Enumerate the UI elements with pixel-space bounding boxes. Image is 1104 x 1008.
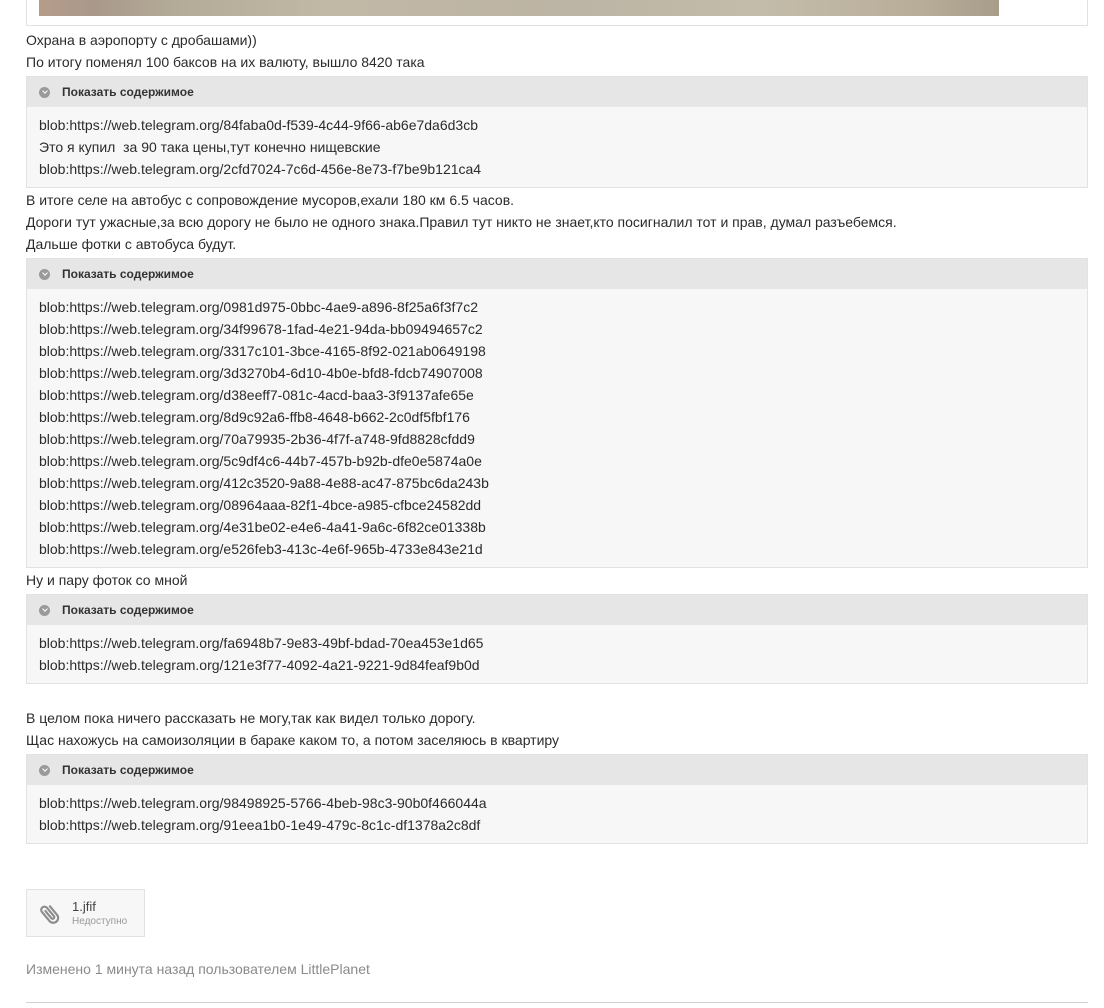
blob-link[interactable]: blob:https://web.telegram.org/34f99678-1…	[39, 318, 1075, 340]
text-block-2: В итоге селе на автобус с сопровождение …	[26, 188, 1088, 255]
text-block-4: В целом пока ничего рассказать не могу,т…	[26, 684, 1088, 751]
chevron-down-icon	[39, 604, 50, 616]
post-body: Охрана в аэропорту с дробашами)) По итог…	[26, 0, 1088, 844]
spoiler-1: Показать содержимое blob:https://web.tel…	[26, 76, 1088, 188]
spoiler-2: Показать содержимое blob:https://web.tel…	[26, 258, 1088, 568]
blob-link[interactable]: blob:https://web.telegram.org/08964aaa-8…	[39, 494, 1075, 516]
blob-link[interactable]: blob:https://web.telegram.org/fa6948b7-9…	[39, 632, 1075, 654]
photo-strip[interactable]	[39, 0, 999, 16]
blob-link[interactable]: blob:https://web.telegram.org/91eea1b0-1…	[39, 814, 1075, 836]
spoiler-4: Показать содержимое blob:https://web.tel…	[26, 754, 1088, 844]
spoiler-label: Показать содержимое	[62, 763, 194, 777]
blob-link[interactable]: blob:https://web.telegram.org/412c3520-9…	[39, 472, 1075, 494]
text-line: Ну и пару фоток со мной	[26, 572, 188, 588]
attachment-card[interactable]: 1.jfif Недоступно	[26, 889, 145, 937]
text-line: В итоге селе на автобус с сопровождение …	[26, 192, 515, 208]
spoiler-toggle[interactable]: Показать содержимое	[27, 595, 1087, 625]
chevron-down-icon	[39, 268, 50, 280]
chevron-down-icon	[39, 86, 50, 98]
blob-link[interactable]: blob:https://web.telegram.org/84faba0d-f…	[39, 114, 1075, 136]
spoiler-toggle[interactable]: Показать содержимое	[27, 259, 1087, 289]
blob-link[interactable]: blob:https://web.telegram.org/e526feb3-4…	[39, 538, 1075, 560]
divider	[26, 1002, 1088, 1003]
chevron-down-icon	[39, 764, 50, 776]
edited-note: Изменено 1 минута назад пользователем Li…	[26, 961, 370, 977]
spoiler-toggle[interactable]: Показать содержимое	[27, 77, 1087, 107]
text-line: Дороги тут ужасные,за всю дорогу не было…	[26, 214, 897, 230]
blob-link[interactable]: blob:https://web.telegram.org/3317c101-3…	[39, 340, 1075, 362]
text-line: В целом пока ничего рассказать не могу,т…	[26, 710, 476, 726]
spoiler-content: blob:https://web.telegram.org/0981d975-0…	[27, 289, 1087, 567]
text-line: Дальше фотки с автобуса будут.	[26, 236, 237, 252]
blob-link[interactable]: blob:https://web.telegram.org/8d9c92a6-f…	[39, 406, 1075, 428]
blob-link[interactable]: blob:https://web.telegram.org/3d3270b4-6…	[39, 362, 1075, 384]
attachment-status: Недоступно	[72, 916, 128, 927]
blob-link[interactable]: blob:https://web.telegram.org/121e3f77-4…	[39, 654, 1075, 676]
blob-link[interactable]: blob:https://web.telegram.org/70a79935-2…	[39, 428, 1075, 450]
blob-link[interactable]: blob:https://web.telegram.org/4e31be02-e…	[39, 516, 1075, 538]
spoiler-content: blob:https://web.telegram.org/fa6948b7-9…	[27, 625, 1087, 683]
spoiler-content: blob:https://web.telegram.org/98498925-5…	[27, 785, 1087, 843]
spoiler-label: Показать содержимое	[62, 267, 194, 281]
paperclip-icon	[40, 905, 60, 924]
text-block-1: Охрана в аэропорту с дробашами)) По итог…	[26, 26, 1088, 73]
blob-link[interactable]: blob:https://web.telegram.org/2cfd7024-7…	[39, 158, 1075, 180]
text-block-3: Ну и пару фоток со мной	[26, 568, 1088, 591]
attachment-filename[interactable]: 1.jfif	[72, 899, 96, 914]
spoiler-toggle[interactable]: Показать содержимое	[27, 755, 1087, 785]
spoiler-label: Показать содержимое	[62, 603, 194, 617]
spoiler-label: Показать содержимое	[62, 85, 194, 99]
text-line: Охрана в аэропорту с дробашами))	[26, 32, 257, 48]
blob-link[interactable]: blob:https://web.telegram.org/98498925-5…	[39, 792, 1075, 814]
blob-link[interactable]: blob:https://web.telegram.org/0981d975-0…	[39, 296, 1075, 318]
spoiler-3: Показать содержимое blob:https://web.tel…	[26, 594, 1088, 684]
spoiler-content: blob:https://web.telegram.org/84faba0d-f…	[27, 107, 1087, 187]
embedded-image[interactable]	[26, 0, 1088, 26]
blob-link[interactable]: blob:https://web.telegram.org/d38eeff7-0…	[39, 384, 1075, 406]
spoiler-text: Это я купил за 90 така цены,тут конечно …	[39, 139, 381, 155]
text-line: По итогу поменял 100 баксов на их валюту…	[26, 54, 425, 70]
blob-link[interactable]: blob:https://web.telegram.org/5c9df4c6-4…	[39, 450, 1075, 472]
text-line: Щас нахожусь на самоизоляции в бараке ка…	[26, 732, 560, 748]
